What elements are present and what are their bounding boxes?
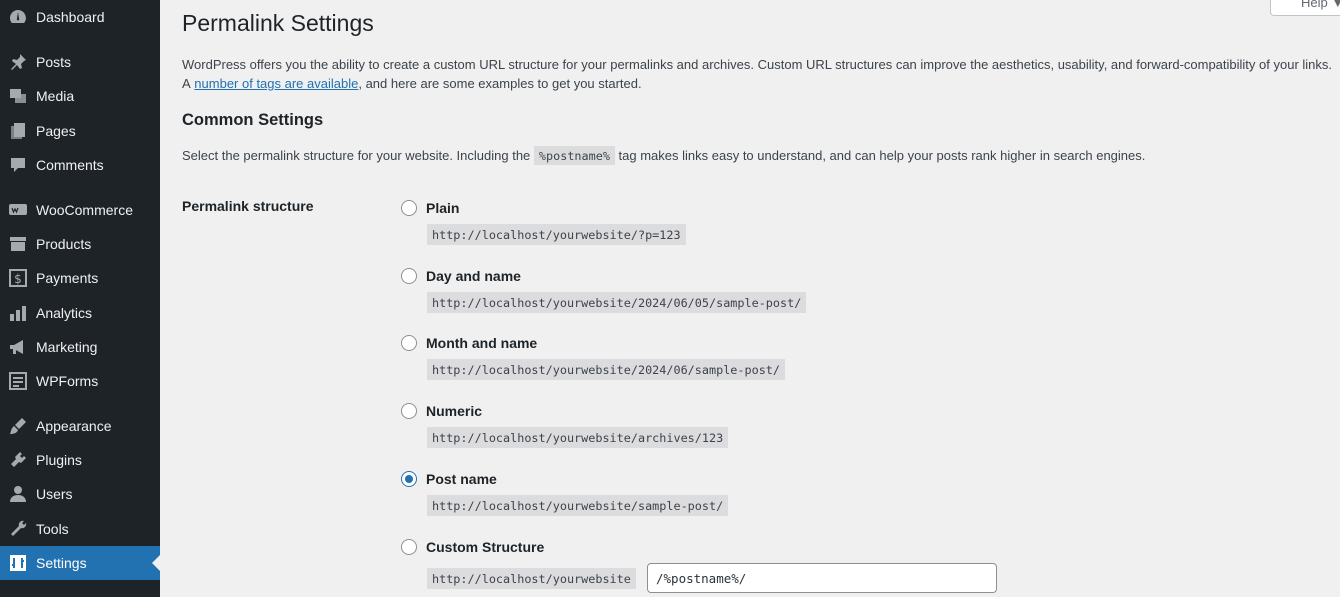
dollar-icon: $ — [8, 268, 28, 288]
option-label[interactable]: Day and name — [426, 267, 521, 285]
radio-plain[interactable] — [401, 200, 417, 216]
menu-label: Products — [36, 236, 92, 252]
page-title: Permalink Settings — [182, 10, 374, 36]
menu-item-marketing[interactable]: Marketing — [0, 330, 160, 364]
menu-item-plugins[interactable]: Plugins — [0, 443, 160, 477]
plug-icon — [8, 450, 28, 470]
menu-label: WooCommerce — [36, 202, 133, 218]
radio-custom-structure[interactable] — [401, 539, 417, 555]
menu-item-users[interactable]: Users — [0, 477, 160, 511]
user-icon — [8, 484, 28, 504]
option-label[interactable]: Month and name — [426, 334, 537, 352]
desc-text-1: Select the permalink structure for your … — [182, 148, 534, 163]
option-label[interactable]: Numeric — [426, 402, 482, 420]
settings-icon — [8, 553, 28, 573]
desc-text-2: tag makes links easy to understand, and … — [614, 148, 1146, 163]
radio-numeric[interactable] — [401, 403, 417, 419]
menu-item-tools[interactable]: Tools — [0, 512, 160, 546]
woo-icon — [8, 200, 28, 220]
postname-tag-code: %postname% — [533, 146, 615, 165]
dashboard-icon — [8, 7, 28, 27]
menu-label: Appearance — [36, 418, 112, 434]
form-icon — [8, 371, 28, 391]
help-tab-button[interactable]: Help ▼ — [1270, 0, 1340, 16]
menu-label: Marketing — [36, 339, 98, 355]
example-url: http://localhost/yourwebsite/2024/06/sam… — [427, 359, 786, 380]
intro-text-2: , and here are some examples to get you … — [358, 76, 642, 91]
radio-month-and-name[interactable] — [401, 335, 417, 351]
option-label[interactable]: Post name — [426, 470, 497, 488]
megaphone-icon — [8, 337, 28, 357]
intro-paragraph: WordPress offers you the ability to crea… — [182, 55, 1340, 93]
pin-icon — [8, 52, 28, 72]
comment-icon — [8, 155, 28, 175]
menu-label: Settings — [36, 555, 87, 571]
radio-post-name[interactable] — [401, 471, 417, 487]
bar-chart-icon — [8, 303, 28, 323]
svg-text:$: $ — [14, 272, 22, 286]
example-url: http://localhost/yourwebsite/2024/06/05/… — [427, 292, 807, 313]
menu-item-media[interactable]: Media — [0, 79, 160, 113]
menu-label: Analytics — [36, 305, 93, 321]
custom-structure-input[interactable] — [647, 563, 997, 593]
menu-label: Payments — [36, 270, 99, 286]
tags-available-link[interactable]: number of tags are available — [194, 76, 358, 91]
menu-item-products[interactable]: Products — [0, 227, 160, 261]
menu-item-analytics[interactable]: Analytics — [0, 296, 160, 330]
menu-item-woocommerce[interactable]: WooCommerce — [0, 193, 160, 227]
radio-day-and-name[interactable] — [401, 268, 417, 284]
base-url: http://localhost/yourwebsite — [427, 568, 636, 589]
menu-item-comments[interactable]: Comments — [0, 148, 160, 182]
menu-label: Comments — [36, 157, 104, 173]
description-paragraph: Select the permalink structure for your … — [182, 146, 1145, 166]
menu-item-payments[interactable]: $ Payments — [0, 261, 160, 295]
wrench-icon — [8, 519, 28, 539]
example-url: http://localhost/yourwebsite/sample-post… — [427, 495, 729, 516]
menu-item-posts[interactable]: Posts — [0, 45, 160, 79]
menu-label: Posts — [36, 54, 72, 70]
permalink-structure-label: Permalink structure — [182, 198, 314, 214]
brush-icon — [8, 416, 28, 436]
example-url: http://localhost/yourwebsite/archives/12… — [427, 427, 729, 448]
example-url: http://localhost/yourwebsite/?p=123 — [427, 224, 686, 245]
pages-icon — [8, 121, 28, 141]
menu-label: Users — [36, 486, 73, 502]
media-icon — [8, 86, 28, 106]
menu-item-settings[interactable]: Settings — [0, 546, 160, 580]
option-label[interactable]: Custom Structure — [426, 538, 544, 556]
menu-label: Plugins — [36, 452, 82, 468]
menu-label: Media — [36, 88, 75, 104]
option-label[interactable]: Plain — [426, 199, 459, 217]
admin-sidebar: Dashboard Posts Media Pages Comments Woo… — [0, 0, 160, 597]
menu-item-pages[interactable]: Pages — [0, 114, 160, 148]
section-title: Common Settings — [182, 111, 324, 129]
archive-icon — [8, 234, 28, 254]
menu-item-wpforms[interactable]: WPForms — [0, 364, 160, 398]
menu-label: Dashboard — [36, 9, 105, 25]
menu-item-appearance[interactable]: Appearance — [0, 409, 160, 443]
menu-label: Tools — [36, 521, 69, 537]
menu-label: Pages — [36, 123, 76, 139]
menu-item-dashboard[interactable]: Dashboard — [0, 0, 160, 34]
menu-label: WPForms — [36, 373, 99, 389]
